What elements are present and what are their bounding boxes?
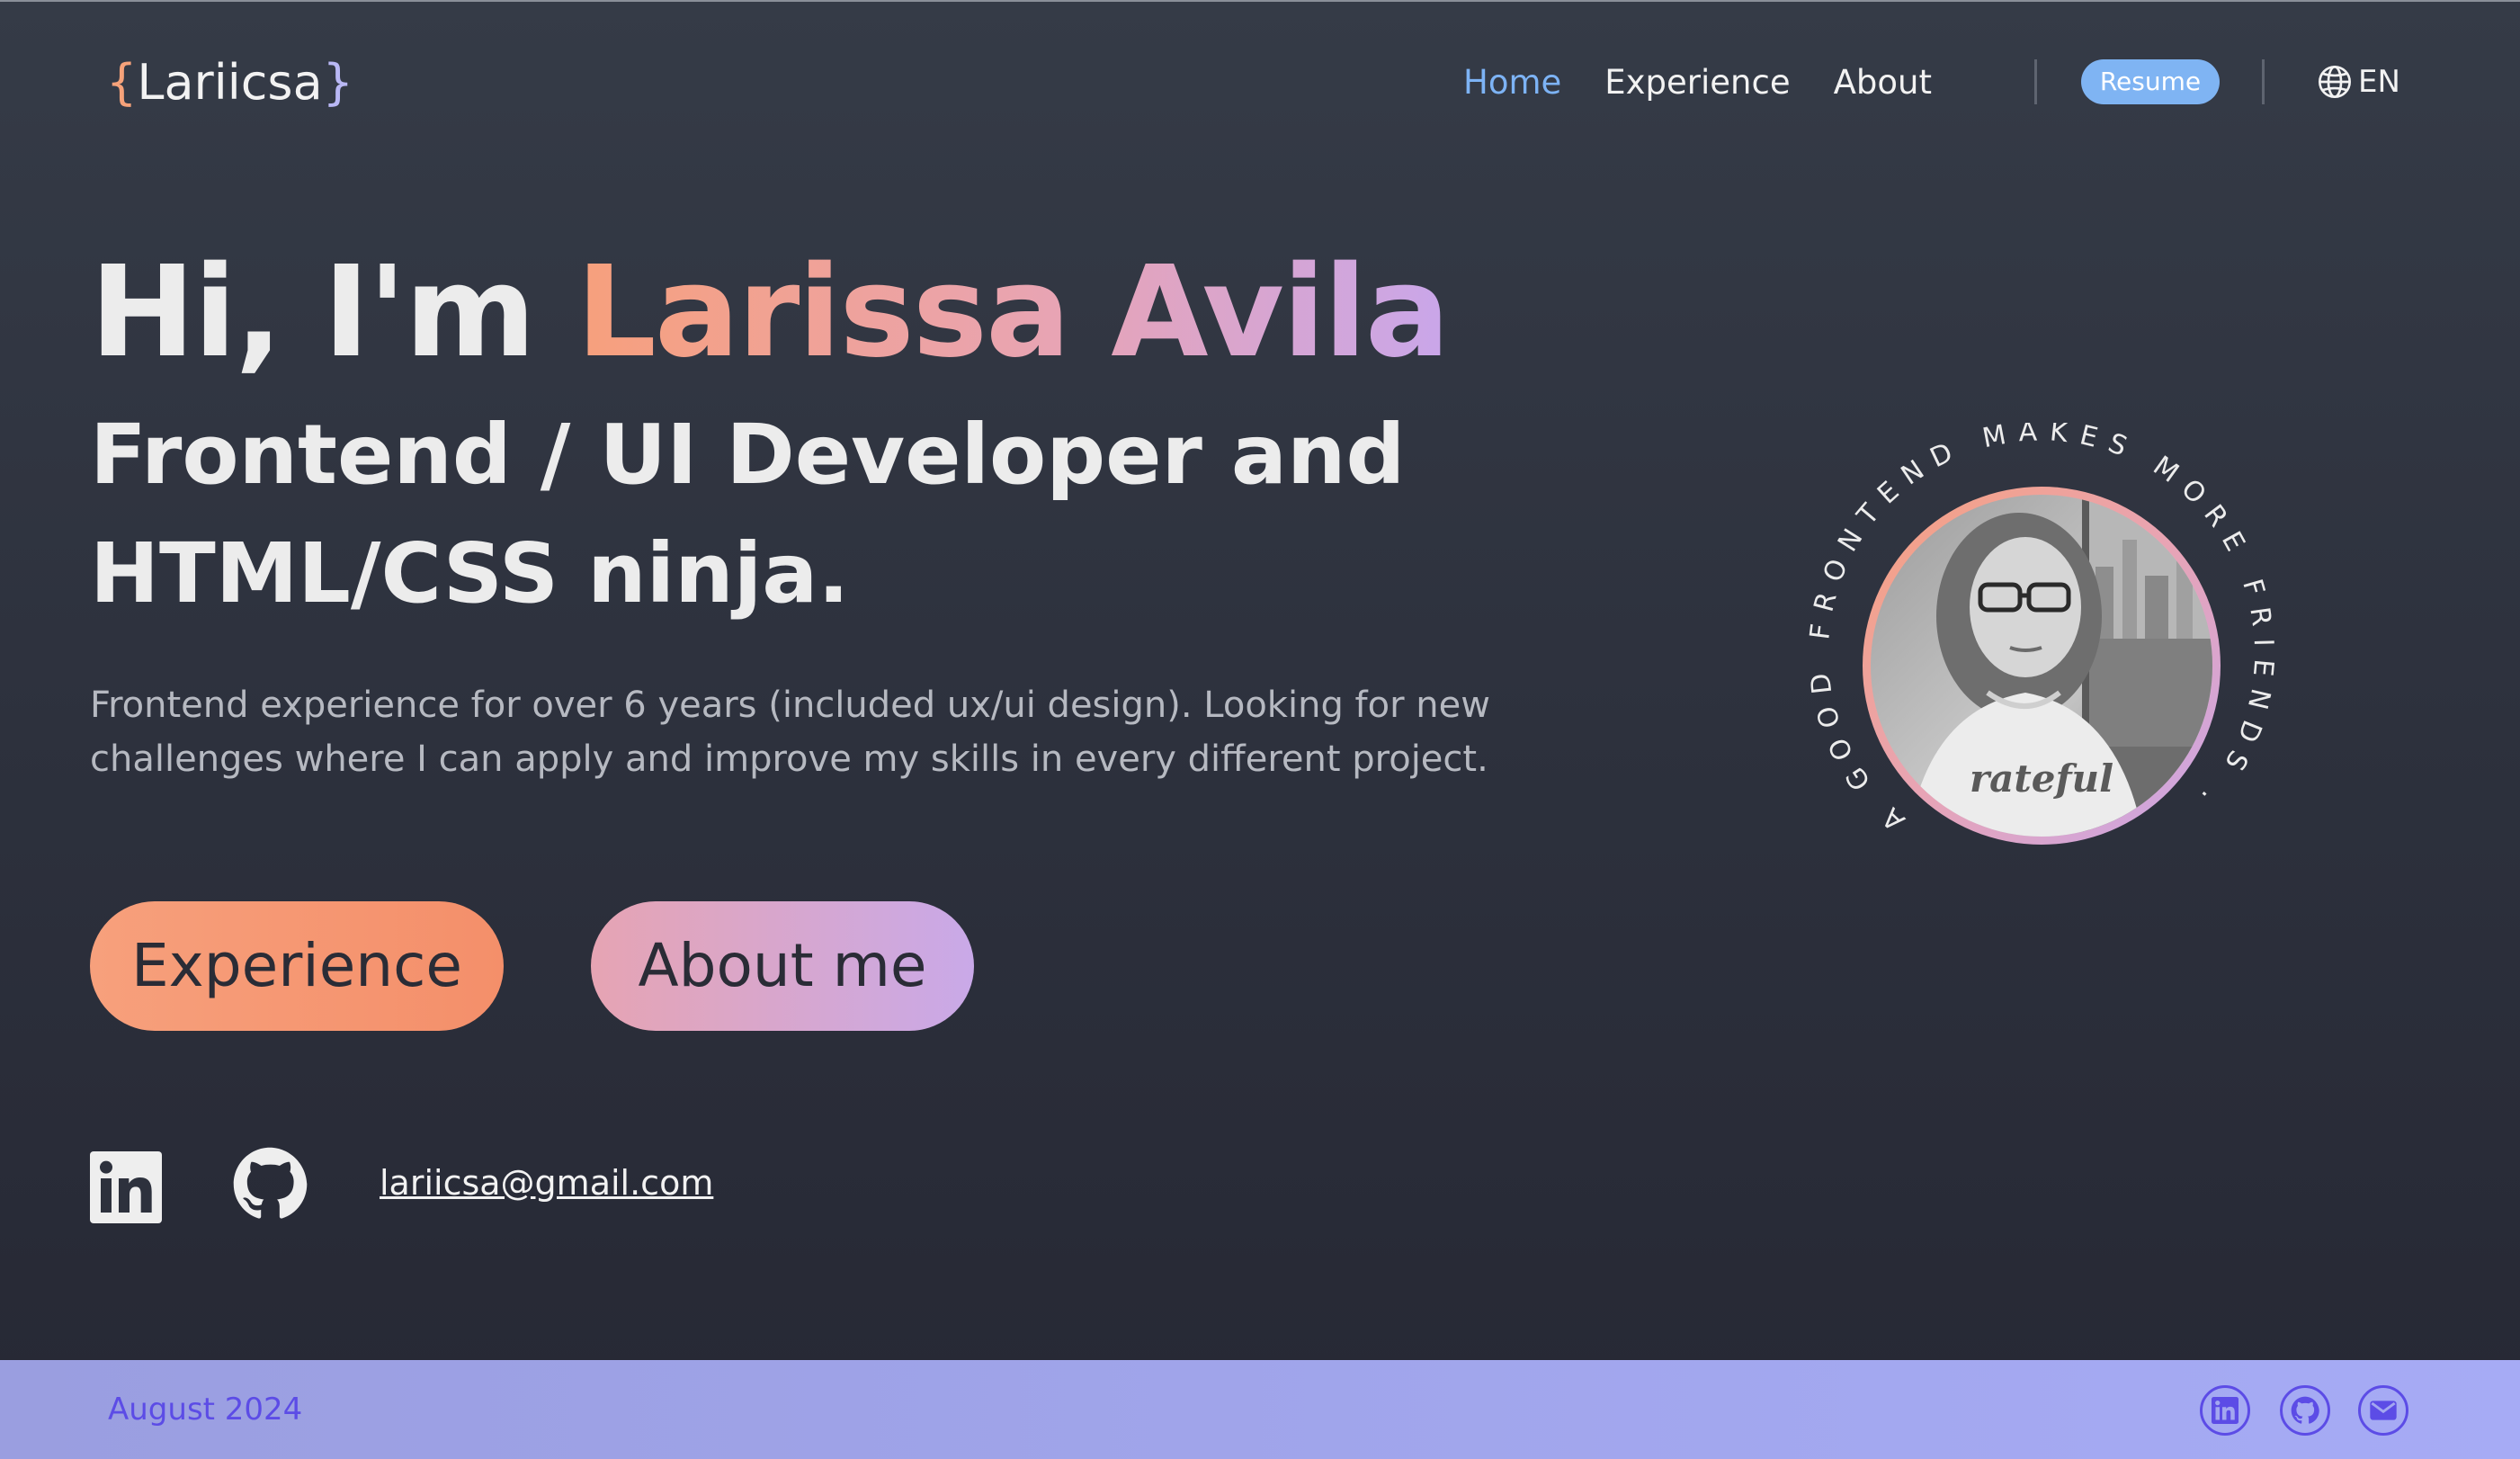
window-top-border xyxy=(0,0,2520,2)
resume-button[interactable]: Resume xyxy=(2081,59,2220,104)
github-icon xyxy=(233,1147,308,1219)
site-logo[interactable]: {Lariicsa} xyxy=(106,52,353,113)
logo-brace-close: } xyxy=(322,54,354,111)
footer-github-link[interactable] xyxy=(2280,1385,2330,1436)
footer-linkedin-link[interactable] xyxy=(2200,1385,2250,1436)
nav-item-experience[interactable]: Experience xyxy=(1604,59,1790,106)
portrait: rateful A GOOD FRONTEND MAKES MORE FRIEN… xyxy=(1790,416,2293,926)
experience-button[interactable]: Experience xyxy=(90,901,504,1031)
nav-divider xyxy=(2262,59,2265,104)
site-footer: August 2024 xyxy=(0,1360,2520,1459)
nav-item-about[interactable]: About xyxy=(1834,59,1932,106)
github-icon xyxy=(2291,1396,2319,1424)
github-link[interactable] xyxy=(232,1146,308,1225)
linkedin-icon xyxy=(2212,1397,2239,1424)
shirt-print: rateful xyxy=(1970,756,2113,801)
about-me-button[interactable]: About me xyxy=(591,901,974,1031)
footer-date: August 2024 xyxy=(108,1392,303,1428)
logo-brace-open: { xyxy=(106,54,138,111)
linkedin-link[interactable] xyxy=(90,1151,162,1227)
portrait-graphic: rateful A GOOD FRONTEND MAKES MORE FRIEN… xyxy=(1804,416,2267,845)
footer-email-link[interactable] xyxy=(2358,1385,2408,1436)
linkedin-icon xyxy=(90,1151,162,1223)
nav-item-home[interactable]: Home xyxy=(1463,59,1561,106)
hero-subtitle: Frontend / UI Developer and HTML/CSS nin… xyxy=(90,407,1406,622)
mail-icon xyxy=(2370,1401,2397,1420)
language-label: EN xyxy=(2358,64,2400,100)
hero-greeting: Hi, I'm xyxy=(90,239,576,386)
language-selector[interactable]: EN xyxy=(2317,59,2400,104)
main-nav: Home Experience About xyxy=(1463,59,1932,106)
hero-description: Frontend experience for over 6 years (in… xyxy=(90,685,1490,780)
logo-name: Lariicsa xyxy=(137,54,323,111)
hero-name: Larissa Avila xyxy=(576,239,1451,386)
email-link[interactable]: lariicsa@gmail.com xyxy=(380,1160,713,1205)
hero-title: Hi, I'm Larissa Avila xyxy=(90,239,1451,386)
globe-icon xyxy=(2319,66,2351,98)
nav-divider xyxy=(2034,59,2037,104)
